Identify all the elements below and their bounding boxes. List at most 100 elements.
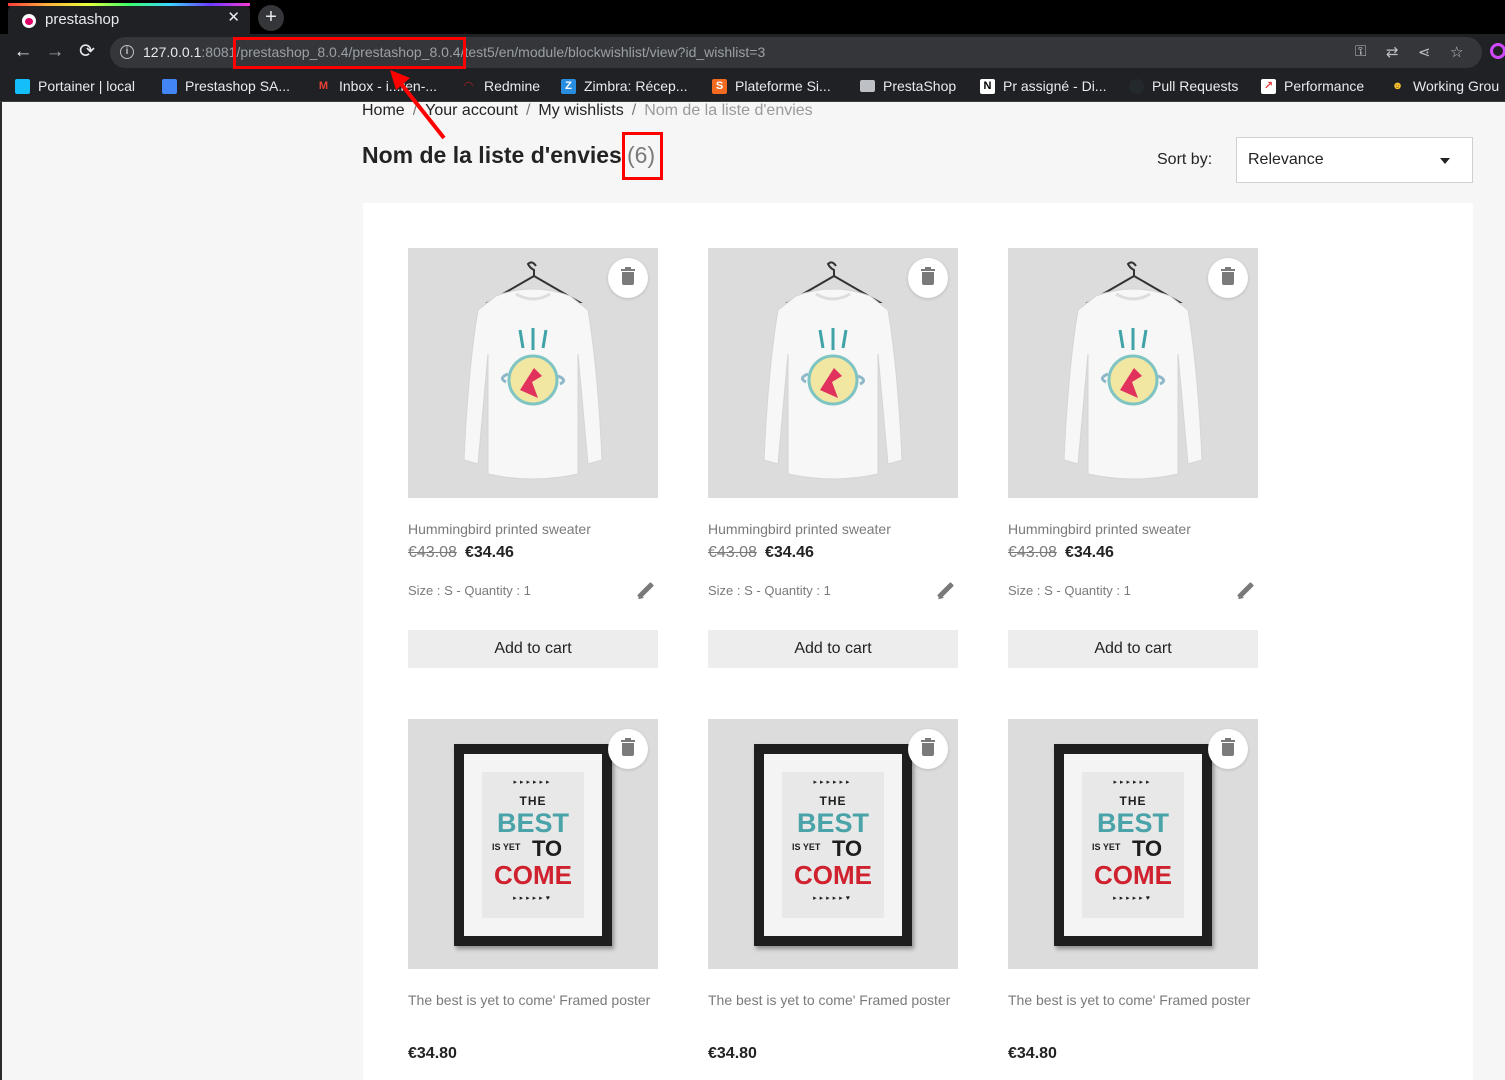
product-image[interactable]: ▸▸▸▸▸▸ THE BEST IS YET TO COME ▸▸▸▸▸♥ xyxy=(408,719,658,969)
delete-button[interactable] xyxy=(608,729,648,769)
url-host: 127.0.0.1 xyxy=(143,44,202,60)
product-price: €34.80 xyxy=(708,1045,757,1062)
portainer-icon xyxy=(15,78,30,94)
regular-price: €43.08 xyxy=(708,544,757,561)
bookmark-prestashop-folder[interactable]: PrestaShop xyxy=(860,77,956,95)
key-icon[interactable]: ⚿ xyxy=(1355,43,1366,60)
page-content: Home / Your account / My wishlists / Nom de la… xyxy=(0,102,1505,1080)
notion-icon: N xyxy=(980,78,995,94)
product-image[interactable]: ▸▸▸▸▸▸ THE BEST IS YET TO COME ▸▸▸▸▸♥ xyxy=(708,719,958,969)
annotation-arrow xyxy=(390,70,446,140)
regular-price: €43.08 xyxy=(1008,544,1057,561)
close-tab-icon[interactable]: ✕ xyxy=(227,9,240,27)
bookmark-performance[interactable]: ↗ Performance xyxy=(1261,77,1364,95)
delete-button[interactable] xyxy=(1208,729,1248,769)
new-tab-button[interactable]: + xyxy=(258,5,284,31)
poster-frame: ▸▸▸▸▸▸ THE BEST IS YET TO COME ▸▸▸▸▸♥ xyxy=(1054,744,1212,946)
calendar-icon xyxy=(162,78,177,94)
back-button[interactable]: ← xyxy=(11,41,35,65)
bookmark-redmine[interactable]: ◠ Redmine xyxy=(461,77,540,95)
wishlist-products: Hummingbird printed sweater €43.08 €34.46… xyxy=(363,203,1473,1080)
product-image[interactable]: ▸▸▸▸▸▸ THE BEST IS YET TO COME ▸▸▸▸▸♥ xyxy=(1008,719,1258,969)
add-to-cart-button[interactable]: Add to cart xyxy=(708,630,958,668)
poster-artwork: ▸▸▸▸▸▸ THE BEST IS YET TO COME ▸▸▸▸▸♥ xyxy=(782,772,884,918)
product-name[interactable]: The best is yet to come' Framed poster xyxy=(1008,985,1258,1015)
bookmark-plateforme[interactable]: S Plateforme Si... xyxy=(712,77,831,95)
bookmark-prestashop-sa[interactable]: Prestashop SA... xyxy=(162,77,290,95)
regular-price: €43.08 xyxy=(408,544,457,561)
url-highlight-box xyxy=(233,37,466,69)
folder-icon xyxy=(860,80,875,92)
poster-artwork: ▸▸▸▸▸▸ THE BEST IS YET TO COME ▸▸▸▸▸♥ xyxy=(482,772,584,918)
trash-icon xyxy=(621,738,635,756)
browser-toolbar: ← → ⟳ i 127.0.0.1:8081/prestashop_8.0.4/… xyxy=(0,34,1505,71)
breadcrumb-separator: / xyxy=(525,102,531,119)
trash-icon xyxy=(921,267,935,285)
bookmarks-bar: Portainer | local Prestashop SA... M Inbo… xyxy=(0,71,1505,102)
breadcrumb-my-wishlists[interactable]: My wishlists xyxy=(538,102,623,119)
browser-tab-bar: prestashop ✕ + xyxy=(0,0,1505,34)
gmail-icon: M xyxy=(318,79,329,92)
count-highlight-box xyxy=(622,132,663,180)
product-name[interactable]: The best is yet to come' Framed poster xyxy=(408,985,658,1015)
github-icon xyxy=(1129,78,1144,94)
product-name[interactable]: Hummingbird printed sweater xyxy=(408,514,658,544)
forward-button[interactable]: → xyxy=(43,41,67,65)
product-prices: €43.08 €34.46 xyxy=(408,544,514,562)
breadcrumb-current: Nom de la liste d'envies xyxy=(644,102,813,119)
bookmark-star-icon[interactable]: ☆ xyxy=(1450,43,1463,61)
zimbra-icon: Z xyxy=(561,78,576,94)
chevron-down-icon xyxy=(1440,158,1450,164)
poster-frame: ▸▸▸▸▸▸ THE BEST IS YET TO COME ▸▸▸▸▸♥ xyxy=(754,744,912,946)
delete-button[interactable] xyxy=(908,258,948,298)
product-name[interactable]: Hummingbird printed sweater xyxy=(1008,514,1258,544)
poster-artwork: ▸▸▸▸▸▸ THE BEST IS YET TO COME ▸▸▸▸▸♥ xyxy=(1082,772,1184,918)
pencil-icon[interactable] xyxy=(636,582,654,600)
bookmark-zimbra[interactable]: Z Zimbra: Récep... xyxy=(561,77,687,95)
sort-select[interactable]: Relevance xyxy=(1236,137,1473,183)
sort-selected-value: Relevance xyxy=(1248,151,1324,168)
bookmark-portainer[interactable]: Portainer | local xyxy=(15,77,135,95)
tab-title: prestashop xyxy=(45,11,120,28)
trash-icon xyxy=(1221,738,1235,756)
delete-button[interactable] xyxy=(908,729,948,769)
product-price: €34.46 xyxy=(1064,544,1114,561)
pencil-icon[interactable] xyxy=(1236,582,1254,600)
product-price: €34.80 xyxy=(408,1045,457,1062)
product-image[interactable] xyxy=(1008,248,1258,498)
pencil-icon[interactable] xyxy=(936,582,954,600)
delete-button[interactable] xyxy=(608,258,648,298)
product-image[interactable] xyxy=(408,248,658,498)
product-price: €34.80 xyxy=(1008,1045,1057,1062)
product-attributes: Size : S - Quantity : 1 xyxy=(408,583,531,598)
add-to-cart-button[interactable]: Add to cart xyxy=(408,630,658,668)
plateforme-icon: S xyxy=(712,78,727,94)
site-info-icon[interactable]: i xyxy=(120,45,134,59)
breadcrumb-separator: / xyxy=(631,102,637,119)
product-attributes: Size : S - Quantity : 1 xyxy=(1008,583,1131,598)
product-name[interactable]: The best is yet to come' Framed poster xyxy=(708,985,958,1015)
product-price: €34.46 xyxy=(764,544,814,561)
poster-frame: ▸▸▸▸▸▸ THE BEST IS YET TO COME ▸▸▸▸▸♥ xyxy=(454,744,612,946)
add-to-cart-button[interactable]: Add to cart xyxy=(1008,630,1258,668)
redmine-icon: ◠ xyxy=(464,79,473,92)
browser-tab[interactable]: prestashop ✕ xyxy=(8,3,250,34)
emoji-icon: ☻ xyxy=(1391,79,1404,92)
product-prices: €43.08 €34.46 xyxy=(1008,544,1114,562)
sort-label: Sort by: xyxy=(1157,151,1213,168)
bookmark-pr-assigne[interactable]: N Pr assigné - Di... xyxy=(980,77,1106,95)
extension-icon[interactable] xyxy=(1490,43,1505,59)
trash-icon xyxy=(921,738,935,756)
share-icon[interactable]: ⋖ xyxy=(1418,43,1431,61)
product-image[interactable] xyxy=(708,248,958,498)
bookmark-pull-requests[interactable]: Pull Requests xyxy=(1129,77,1238,95)
product-name[interactable]: Hummingbird printed sweater xyxy=(708,514,958,544)
page-edge xyxy=(0,102,2,1080)
delete-button[interactable] xyxy=(1208,258,1248,298)
trash-icon xyxy=(621,267,635,285)
product-price: €34.46 xyxy=(464,544,514,561)
reload-button[interactable]: ⟳ xyxy=(75,41,99,65)
translate-icon[interactable]: ⇄ xyxy=(1386,43,1399,61)
trash-icon xyxy=(1221,267,1235,285)
bookmark-working-group[interactable]: ☻ Working Grou xyxy=(1390,77,1499,95)
